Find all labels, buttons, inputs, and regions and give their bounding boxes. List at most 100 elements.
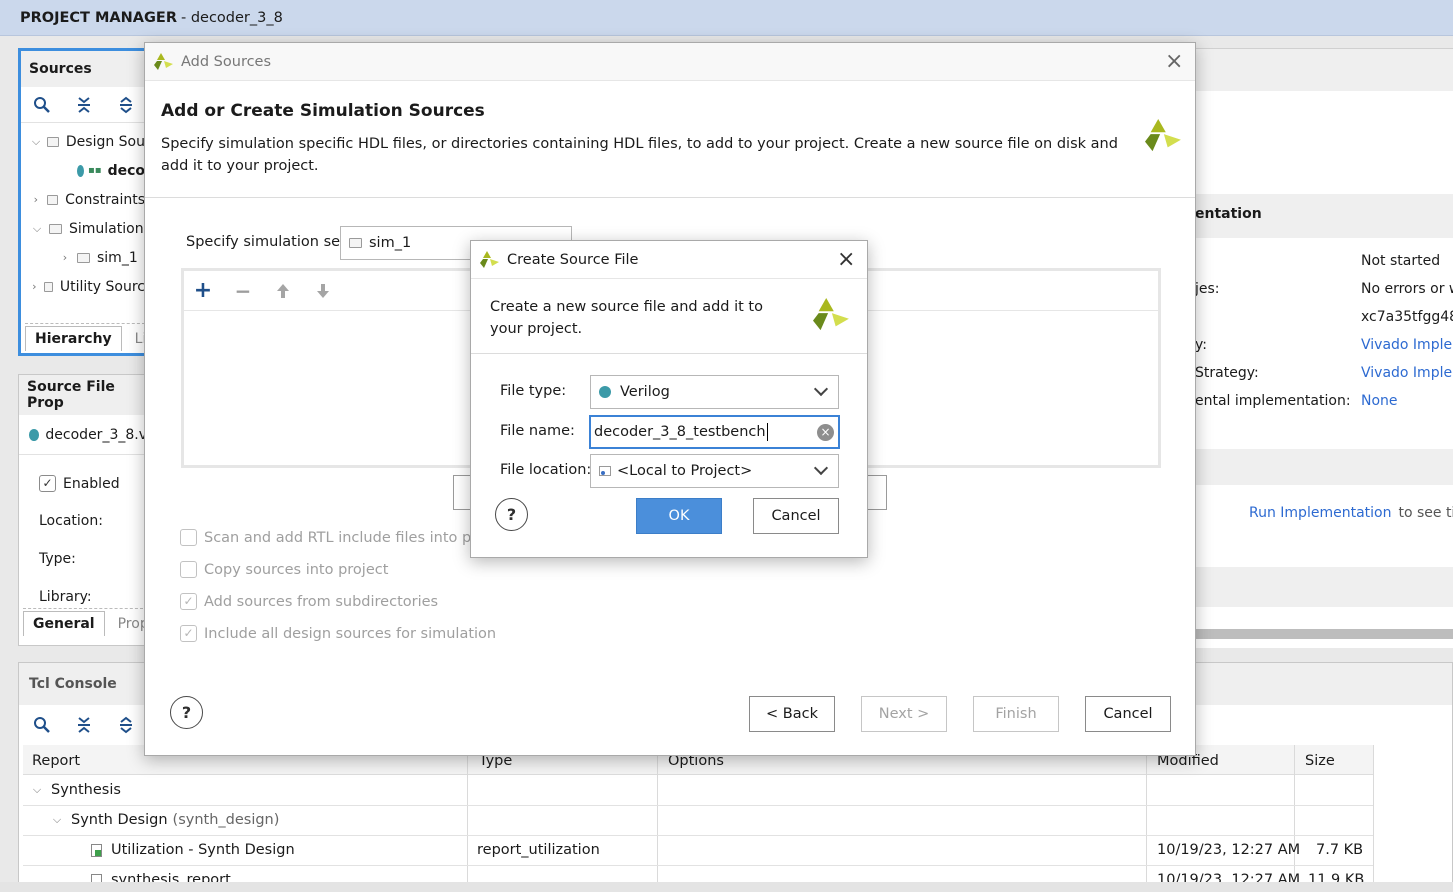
project-location-icon (599, 466, 611, 476)
timing-section-header (1195, 449, 1453, 485)
close-icon[interactable]: × (1165, 51, 1183, 73)
report-name: Synth Design (71, 812, 168, 828)
sources-tree: ⌵ Design Sou ▪▪ deco › Constraints ⌵ Simula… (21, 123, 145, 301)
minus-icon[interactable]: − (230, 278, 256, 304)
summary-incremental-link[interactable]: None (1361, 393, 1398, 409)
file-name-input[interactable]: decoder_3_8_testbench × (589, 415, 840, 449)
header-project: - decoder_3_8 (180, 9, 283, 26)
enabled-label: Enabled (63, 475, 120, 492)
include-all-option[interactable]: ✓ Include all design sources for simulat… (180, 625, 496, 642)
chevron-right-icon[interactable]: › (29, 193, 43, 206)
create-source-title: Create Source File (507, 251, 639, 268)
tree-decoder-file[interactable]: ▪▪ deco (21, 156, 145, 185)
tree-sim-1[interactable]: › sim_1 (21, 243, 145, 272)
file-location-dropdown[interactable]: <Local to Project> (590, 454, 839, 488)
chevron-down-icon[interactable]: ⌵ (49, 813, 65, 827)
include-all-checkbox[interactable]: ✓ (180, 625, 197, 642)
chevron-right-icon[interactable]: › (57, 251, 73, 264)
table-row[interactable]: ⌵ Synthesis (29, 782, 121, 798)
source-props-title: Source File Prop (19, 375, 147, 415)
summary-messages: No errors or w (1361, 281, 1453, 297)
scan-rtl-checkbox[interactable] (180, 529, 197, 546)
header-title: PROJECT MANAGER (20, 9, 177, 26)
folder-icon (46, 194, 59, 205)
summary-strategy-link-2[interactable]: Vivado Implem (1361, 365, 1453, 381)
close-icon[interactable]: × (837, 249, 855, 271)
chevron-down-icon[interactable]: ⌵ (29, 222, 45, 236)
copy-sources-checkbox[interactable] (180, 561, 197, 578)
help-icon[interactable]: ? (170, 696, 203, 729)
type-label: Type: (39, 551, 76, 567)
scan-rtl-label: Scan and add RTL include files into proj… (204, 529, 499, 546)
tree-simulation[interactable]: ⌵ Simulation (21, 214, 145, 243)
plus-icon[interactable]: + (190, 278, 216, 304)
source-props-file: decoder_3_8.v (19, 415, 147, 455)
run-implementation-link[interactable]: Run Implementation (1249, 505, 1391, 521)
chevron-down-icon[interactable]: ⌵ (29, 783, 45, 797)
cancel-button[interactable]: Cancel (1085, 696, 1171, 732)
next-button[interactable]: Next > (861, 696, 947, 732)
expand-all-icon[interactable] (113, 712, 139, 738)
subdirectories-checkbox[interactable]: ✓ (180, 593, 197, 610)
tab-hierarchy[interactable]: Hierarchy (25, 326, 122, 351)
enabled-checkbox-row[interactable]: ✓ Enabled (39, 475, 120, 492)
clear-icon[interactable]: × (817, 424, 834, 441)
scan-rtl-option[interactable]: Scan and add RTL include files into proj… (180, 529, 499, 546)
collapse-all-icon[interactable] (71, 92, 97, 118)
chevron-right-icon[interactable]: › (29, 280, 40, 293)
file-location-label: File location: (500, 462, 592, 478)
expand-all-icon[interactable] (113, 92, 139, 118)
vivado-logo (1145, 119, 1181, 152)
library-label: Library: (39, 589, 92, 605)
tree-constraints[interactable]: › Constraints (21, 185, 145, 214)
tab-general[interactable]: General (23, 611, 105, 636)
verilog-file-icon (29, 428, 40, 441)
help-icon[interactable]: ? (495, 498, 528, 531)
horizontal-scrollbar[interactable] (1195, 629, 1453, 639)
ok-button[interactable]: OK (636, 498, 722, 534)
vivado-logo (154, 52, 173, 70)
search-icon[interactable] (29, 92, 55, 118)
tree-label: deco (107, 162, 145, 179)
tree-utility-sources[interactable]: › Utility Sourc (21, 272, 145, 301)
copy-sources-label: Copy sources into project (204, 561, 389, 578)
dialog-divider (145, 197, 1195, 198)
sources-panel: Sources ⌵ Design Sou ▪▪ deco › Constraints… (18, 48, 155, 356)
column-size[interactable]: Size (1305, 753, 1335, 769)
tab-tcl-console[interactable]: Tcl Console (29, 676, 117, 692)
sources-toolbar (21, 87, 145, 123)
chevron-down-icon[interactable]: ⌵ (29, 135, 43, 149)
back-button[interactable]: < Back (749, 696, 835, 732)
table-row[interactable]: ⌵ Synth Design (synth_design) (49, 812, 280, 828)
add-sources-description: Specify simulation specific HDL files, o… (161, 136, 1118, 174)
summary-strategy-link-1[interactable]: Vivado Implem (1361, 337, 1453, 353)
copy-sources-option[interactable]: Copy sources into project (180, 561, 388, 578)
tree-design-sources[interactable]: ⌵ Design Sou (21, 127, 145, 156)
table-row[interactable]: Utilization - Synth Design (91, 842, 295, 858)
run-implementation-row: Run Implementation to see timi (1249, 505, 1453, 521)
tree-label: Simulation (69, 220, 144, 237)
column-report[interactable]: Report (32, 753, 80, 769)
file-name-value: decoder_3_8_testbench (594, 424, 766, 440)
include-all-label: Include all design sources for simulatio… (204, 625, 497, 642)
summary-label-1: jes: (1195, 281, 1220, 297)
project-manager-header: PROJECT MANAGER - decoder_3_8 (0, 0, 1453, 36)
chevron-down-icon[interactable] (813, 381, 829, 397)
cancel-button[interactable]: Cancel (753, 498, 839, 534)
summary-header-strip (1195, 49, 1453, 91)
search-icon[interactable] (29, 712, 55, 738)
vivado-logo (813, 298, 849, 331)
summary-part: xc7a35tfgg484 (1361, 309, 1453, 325)
file-type-dropdown[interactable]: Verilog (590, 375, 839, 409)
sim-set-value: sim_1 (369, 235, 412, 251)
arrow-down-icon[interactable] (310, 278, 336, 304)
enabled-checkbox[interactable]: ✓ (39, 475, 56, 492)
finish-button[interactable]: Finish (973, 696, 1059, 732)
chevron-down-icon[interactable] (813, 460, 829, 476)
arrow-up-icon[interactable] (270, 278, 296, 304)
row-divider (23, 805, 1373, 806)
report-name: Synthesis (51, 782, 121, 798)
collapse-all-icon[interactable] (71, 712, 97, 738)
summary-footer-strip (1195, 567, 1453, 607)
subdirectories-option[interactable]: ✓ Add sources from subdirectories (180, 593, 438, 610)
